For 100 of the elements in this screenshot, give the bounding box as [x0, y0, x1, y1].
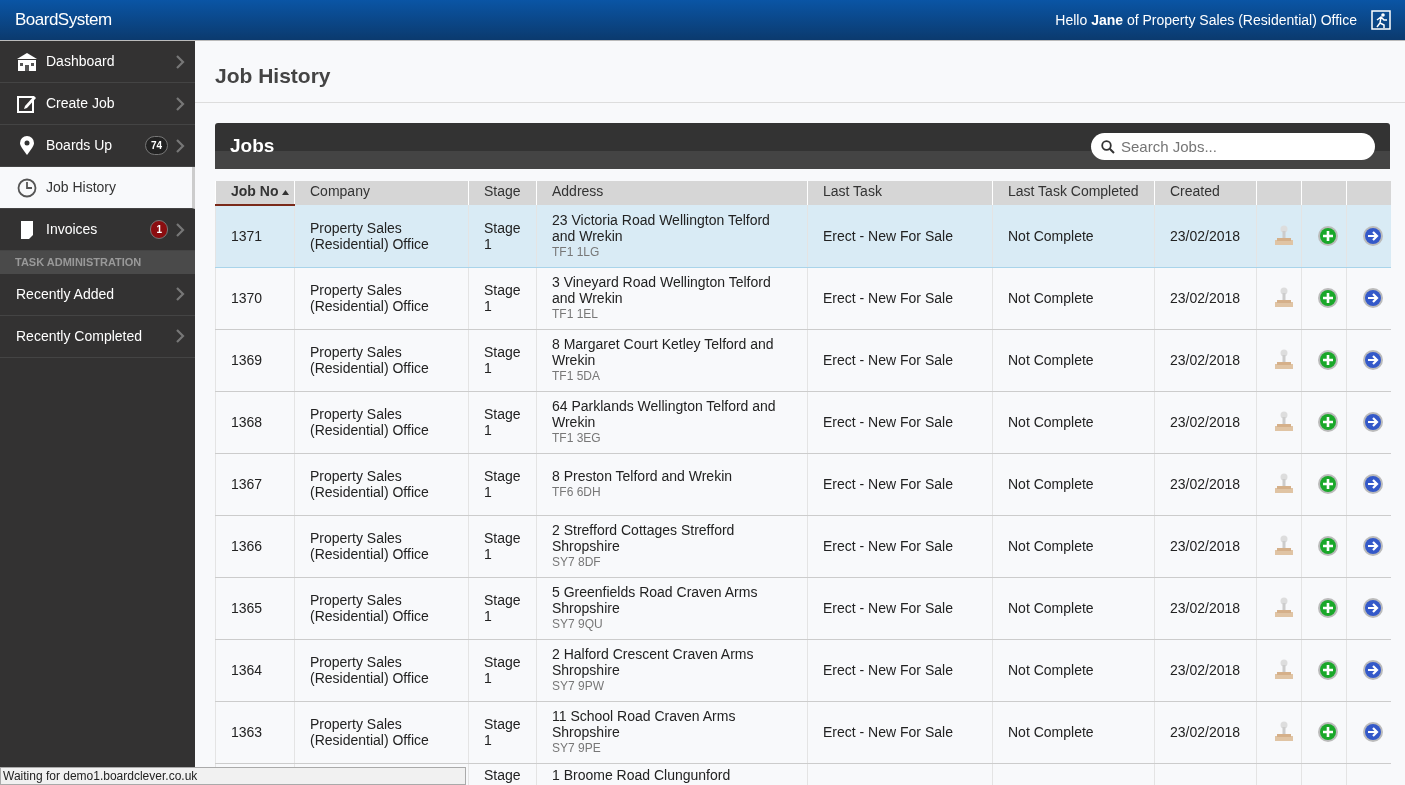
table-row[interactable]: 1364 Property Sales (Residential) Office Stage 1 2 Halford Crescent Craven Arms Shropshire SY7 9PW Erect - New For Sale Not Complete 23/02/2018 — [215, 639, 1391, 701]
chevron-icon — [176, 96, 185, 111]
app-logo[interactable]: BoardSystem — [0, 7, 112, 33]
address-text: 5 Greenfields Road Craven Arms Shropshire — [552, 584, 759, 616]
greeting-text: Hello Jane of Property Sales (Residential) Office — [1055, 10, 1357, 30]
postcode-text: SY7 9QU — [552, 616, 604, 632]
created-date: 23/02/2018 — [1170, 538, 1241, 554]
last-task: Erect - New For Sale — [823, 662, 953, 678]
stamp-icon[interactable] — [1272, 659, 1296, 681]
chevron-icon — [176, 287, 185, 301]
sidebar-item[interactable]: Create Job — [0, 83, 195, 125]
clock-icon — [16, 177, 38, 198]
created-date: 23/02/2018 — [1170, 414, 1241, 430]
go-arrow-icon[interactable] — [1362, 224, 1384, 247]
go-arrow-icon[interactable] — [1362, 349, 1384, 371]
table-row[interactable]: 1369 Property Sales (Residential) Office Stage 1 8 Margaret Court Ketley Telford and Wrekin TF1 5DA Erect - New For Sale Not Complete 23/02/2018 — [215, 329, 1391, 391]
table-row[interactable]: 1371 Property Sales (Residential) Office Stage 1 23 Victoria Road Wellington Telford and Wrekin TF1 1LG Erect - New For Sale Not Complete 23/02/2018 — [215, 205, 1391, 267]
stamp-icon[interactable] — [1272, 721, 1296, 743]
go-arrow-icon[interactable] — [1362, 721, 1384, 743]
go-arrow-icon[interactable] — [1362, 473, 1384, 495]
go-arrow-icon[interactable] — [1362, 659, 1384, 681]
stage-text: Stage 1 — [484, 592, 521, 624]
completion-status: Not Complete — [1008, 662, 1094, 678]
job-number: 1365 — [231, 600, 263, 616]
created-date: 23/02/2018 — [1170, 724, 1241, 740]
column-header[interactable]: Company — [294, 181, 469, 205]
stamp-icon[interactable] — [1272, 535, 1296, 557]
table-row[interactable]: 1366 Property Sales (Residential) Office Stage 1 2 Strefford Cottages Strefford Shropshire SY7 8DF Erect - New For Sale Not Complete 23/02/2018 — [215, 515, 1391, 577]
status-bar: Waiting for demo1.boardclever.co.uk — [0, 767, 466, 785]
add-icon[interactable] — [1317, 535, 1339, 557]
completion-status: Not Complete — [1008, 724, 1094, 740]
add-icon[interactable] — [1317, 349, 1339, 371]
sidebar-item[interactable]: Recently Added — [0, 273, 195, 316]
add-icon[interactable] — [1317, 287, 1339, 309]
stage-text: Stage 1 — [484, 344, 521, 376]
job-number: 1367 — [231, 476, 263, 492]
go-arrow-icon[interactable] — [1362, 411, 1384, 433]
go-arrow-icon[interactable] — [1362, 597, 1384, 619]
sidebar-item[interactable]: Recently Completed — [0, 315, 195, 358]
company-name: Property Sales (Residential) Office — [310, 468, 429, 500]
stamp-icon[interactable] — [1272, 224, 1296, 247]
completion-status: Not Complete — [1008, 290, 1094, 306]
company-name: Property Sales (Residential) Office — [310, 406, 429, 438]
go-arrow-icon[interactable] — [1362, 535, 1384, 557]
table-row[interactable]: 1365 Property Sales (Residential) Office Stage 1 5 Greenfields Road Craven Arms Shropshire SY7 9QU Erect - New For Sale Not Complete 23/02/2018 — [215, 577, 1391, 639]
postcode-text: SY7 8DF — [552, 554, 602, 570]
job-number: 1366 — [231, 538, 263, 554]
sidebar-item[interactable]: Dashboard — [0, 41, 195, 83]
exit-icon[interactable] — [1371, 10, 1391, 30]
table-row[interactable]: 1367 Property Sales (Residential) Office Stage 1 8 Preston Telford and Wrekin TF6 6DH Erect - New For Sale Not Complete 23/02/2018 — [215, 453, 1391, 515]
stage-text: Stage 1 — [484, 468, 521, 500]
panel-title: Jobs — [230, 133, 275, 158]
add-icon[interactable] — [1317, 659, 1339, 681]
address-text: 8 Margaret Court Ketley Telford and Wrekin — [552, 336, 775, 368]
add-icon[interactable] — [1317, 721, 1339, 743]
sidebar-item[interactable]: Job History — [0, 167, 195, 209]
company-name: Property Sales (Residential) Office — [310, 282, 429, 314]
column-header[interactable]: Last Task Completed — [992, 181, 1155, 205]
table-row[interactable]: 1368 Property Sales (Residential) Office Stage 1 64 Parklands Wellington Telford and Wrekin TF1 3EG Erect - New For Sale Not Complete 23/02/2018 — [215, 391, 1391, 453]
created-date: 23/02/2018 — [1170, 290, 1241, 306]
go-arrow-icon[interactable] — [1362, 287, 1384, 309]
table-row[interactable]: 1370 Property Sales (Residential) Office Stage 1 3 Vineyard Road Wellington Telford and Wrekin TF1 1EL Erect - New For Sale Not Complete 23/02/2018 — [215, 267, 1391, 329]
search-field[interactable]: Search Jobs... — [1091, 132, 1375, 160]
column-header[interactable]: Address — [536, 181, 808, 205]
add-icon[interactable] — [1317, 597, 1339, 619]
column-header[interactable]: Stage — [468, 181, 537, 205]
column-header[interactable]: Last Task — [807, 181, 993, 205]
stage-text: Stage 1 — [484, 406, 521, 438]
job-number: 1371 — [231, 228, 263, 245]
last-task: Erect - New For Sale — [823, 538, 953, 554]
stamp-icon[interactable] — [1272, 411, 1296, 433]
completion-status: Not Complete — [1008, 352, 1094, 368]
edit-icon — [16, 93, 38, 114]
stamp-icon[interactable] — [1272, 597, 1296, 619]
completion-status: Not Complete — [1008, 538, 1094, 554]
stamp-icon[interactable] — [1272, 287, 1296, 309]
add-icon[interactable] — [1317, 473, 1339, 495]
stage-text: Stage 1 — [484, 716, 521, 748]
section-header: TASK ADMINISTRATION — [0, 251, 195, 274]
count-badge: 74 — [144, 136, 168, 155]
postcode-text: TF6 6DH — [552, 484, 602, 500]
stamp-icon[interactable] — [1272, 473, 1296, 495]
address-text: 23 Victoria Road Wellington Telford and Wrekin — [552, 211, 771, 244]
column-header[interactable]: Created — [1154, 181, 1257, 205]
table-row[interactable]: 1363 Property Sales (Residential) Office Stage 1 11 School Road Craven Arms Shropshire SY7 9PE Erect - New For Sale Not Complete 23/02/2018 — [215, 701, 1391, 763]
stamp-icon[interactable] — [1272, 349, 1296, 371]
company-name: Property Sales (Residential) Office — [310, 344, 429, 376]
last-task: Erect - New For Sale — [823, 414, 953, 430]
count-badge: 1 — [150, 220, 168, 239]
last-task: Erect - New For Sale — [823, 476, 953, 492]
completion-status: Not Complete — [1008, 414, 1094, 430]
chevron-icon — [176, 222, 185, 237]
job-number: 1370 — [231, 290, 263, 306]
page-title: Job History — [195, 41, 1405, 103]
created-date: 23/02/2018 — [1170, 476, 1241, 492]
postcode-text: SY7 9PW — [552, 678, 606, 694]
company-name: Property Sales (Residential) Office — [310, 716, 429, 748]
column-header[interactable]: Job No — [215, 181, 295, 205]
add-icon[interactable] — [1317, 411, 1339, 433]
add-icon[interactable] — [1317, 224, 1339, 247]
